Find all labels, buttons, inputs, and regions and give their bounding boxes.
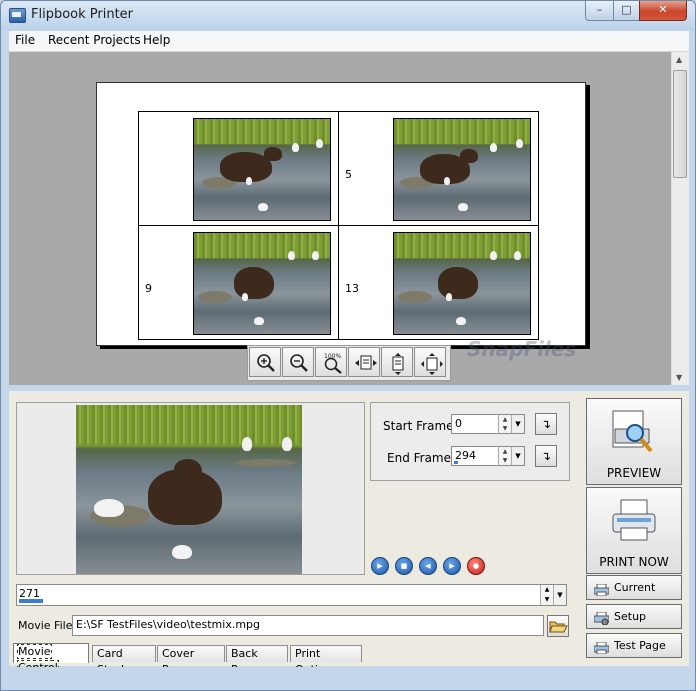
- dropdown-arrow-icon[interactable]: ▼: [511, 447, 524, 465]
- fit-page-icon: [421, 353, 443, 375]
- frame-number: 13: [345, 282, 359, 295]
- zoom-toolbar: 100%: [247, 345, 451, 381]
- tab-cover-page[interactable]: Cover Page: [157, 645, 225, 676]
- zoom-in-button[interactable]: [249, 347, 281, 377]
- current-frame-spinner[interactable]: 271 ▲ ▼ ▼: [16, 584, 567, 606]
- flipbook-cell: 13: [338, 225, 539, 340]
- tab-card-stock[interactable]: Card Stock: [92, 645, 156, 676]
- playback-controls: ▶ ■ ◀ ▶ ●: [371, 557, 491, 577]
- window-bottom-frame: [1, 667, 695, 690]
- scroll-down-icon[interactable]: ▼: [676, 373, 682, 382]
- dropdown-arrow-icon[interactable]: ▼: [511, 415, 524, 433]
- frame-marker-icon: ↴: [540, 417, 552, 431]
- zoom-100-button[interactable]: 100%: [315, 347, 347, 377]
- tab-print-options[interactable]: Print Options: [290, 645, 362, 676]
- frame-thumbnail: [193, 232, 331, 335]
- test-page-label: Test Page: [614, 639, 666, 652]
- end-frame-value: 294: [455, 449, 476, 462]
- print-now-label: PRINT NOW: [599, 555, 669, 569]
- print-now-button[interactable]: PRINT NOW: [586, 487, 682, 574]
- print-preview-area[interactable]: 5 9 13 ▲ ▼: [9, 52, 689, 385]
- frame-marker-icon: ↴: [540, 449, 552, 463]
- test-page-button[interactable]: Test Page: [586, 633, 682, 658]
- previous-icon[interactable]: ◀: [419, 557, 437, 575]
- control-panel: Start Frame # 0 ▲ ▼ ▼ ↴ End Frame # 294 ▲…: [9, 391, 689, 676]
- zoom-100-icon: 100%: [324, 353, 342, 374]
- minimize-button[interactable]: –: [585, 1, 614, 21]
- close-button[interactable]: ✕: [639, 1, 687, 21]
- fit-page-button[interactable]: [414, 347, 446, 377]
- tab-strip: Movie Control Card Stock Cover Page Back…: [13, 643, 373, 676]
- tab-back-page[interactable]: Back Page: [226, 645, 288, 676]
- zoom-out-icon: [290, 354, 308, 372]
- scrollbar-thumb[interactable]: [673, 70, 687, 178]
- printer-icon: [593, 639, 610, 655]
- tab-movie-control[interactable]: Movie Control: [13, 643, 89, 675]
- flipbook-cell: 5: [338, 111, 539, 226]
- menu-recent-projects[interactable]: Recent Projects: [48, 33, 141, 47]
- flipbook-cell: [138, 111, 339, 226]
- scroll-up-icon[interactable]: ▲: [676, 55, 682, 64]
- spinner-arrows-icon[interactable]: ▲ ▼: [498, 447, 511, 465]
- flipbook-cell: 9: [138, 225, 339, 340]
- frame-thumbnail: [393, 118, 531, 221]
- watermark-text: SnapFiles: [467, 337, 577, 361]
- play-icon[interactable]: ▶: [371, 557, 389, 575]
- stop-icon[interactable]: ■: [395, 557, 413, 575]
- flipbook-printer-window: Flipbook Printer – □ ✕ File Recent Proje…: [0, 0, 696, 691]
- zoom-in-icon: [257, 354, 275, 372]
- fit-width-button[interactable]: [348, 347, 380, 377]
- video-frame-image: [76, 405, 302, 574]
- spinner-arrows-icon[interactable]: ▲ ▼: [498, 415, 511, 433]
- maximize-button[interactable]: □: [613, 1, 640, 21]
- frame-range-group: Start Frame # 0 ▲ ▼ ▼ ↴ End Frame # 294 ▲…: [370, 402, 570, 481]
- preview-icon: [612, 410, 653, 453]
- window-title: Flipbook Printer: [31, 7, 134, 22]
- fit-height-button[interactable]: [381, 347, 413, 377]
- next-icon[interactable]: ▶: [443, 557, 461, 575]
- set-end-frame-button[interactable]: ↴: [535, 445, 557, 467]
- preview-vertical-scrollbar[interactable]: ▲ ▼: [671, 52, 689, 385]
- movie-file-label: Movie File:: [18, 619, 77, 632]
- zoom-out-button[interactable]: [282, 347, 314, 377]
- frame-number: 9: [145, 282, 152, 295]
- frame-thumbnail: [393, 232, 531, 335]
- dropdown-arrow-icon[interactable]: ▼: [553, 585, 566, 605]
- set-start-frame-button[interactable]: ↴: [535, 413, 557, 435]
- preview-label: PREVIEW: [606, 466, 662, 480]
- end-frame-progress: [454, 461, 458, 464]
- setup-printers-button[interactable]: Setup Printers: [586, 604, 682, 646]
- frame-position-bar: [19, 599, 43, 603]
- menu-bar: File Recent Projects Help: [9, 31, 689, 52]
- start-frame-spinner[interactable]: 0 ▲ ▼ ▼: [451, 414, 525, 434]
- menu-help[interactable]: Help: [143, 33, 170, 47]
- fit-height-icon: [392, 353, 404, 375]
- movie-file-path[interactable]: E:\SF TestFiles\video\testmix.mpg: [72, 615, 544, 636]
- current-page-button[interactable]: Current Page: [586, 575, 682, 617]
- open-file-button[interactable]: [547, 615, 569, 637]
- start-frame-value: 0: [455, 417, 462, 430]
- fit-width-icon: [355, 355, 377, 370]
- record-icon[interactable]: ●: [467, 557, 485, 575]
- video-preview-panel: [16, 402, 365, 575]
- title-bar[interactable]: Flipbook Printer – □ ✕: [1, 1, 695, 30]
- frame-thumbnail: [193, 118, 331, 221]
- app-icon: [9, 8, 26, 23]
- flipbook-grid: 5 9 13: [138, 111, 542, 343]
- preview-button[interactable]: PREVIEW: [586, 398, 682, 485]
- spinner-arrows-icon[interactable]: ▲ ▼: [540, 585, 553, 605]
- printer-icon: [612, 499, 656, 541]
- folder-open-icon: [549, 621, 568, 633]
- printer-icon: [593, 581, 610, 597]
- menu-file[interactable]: File: [15, 33, 35, 47]
- end-frame-spinner[interactable]: 294 ▲ ▼ ▼: [451, 446, 525, 466]
- frame-number: 5: [345, 168, 352, 181]
- preview-page: 5 9 13: [96, 82, 586, 346]
- printer-settings-icon: [593, 610, 610, 626]
